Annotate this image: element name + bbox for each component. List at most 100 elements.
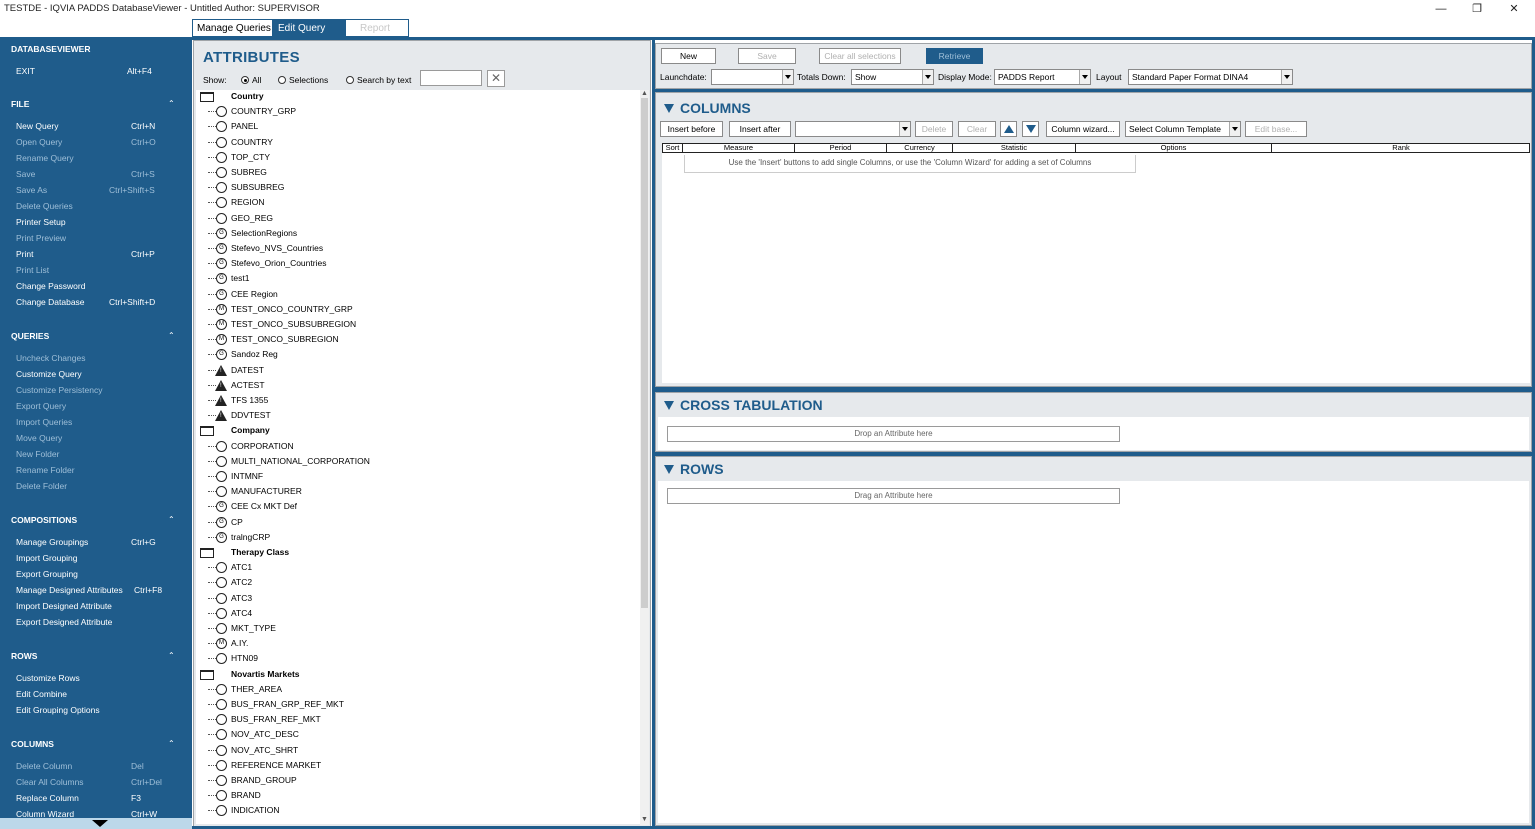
clear-search-button[interactable]: ✕ <box>487 70 505 87</box>
tree-item[interactable]: M TEST_ONCO_COUNTRY_GRP <box>198 303 618 317</box>
tree-item[interactable]: BUS_FRAN_REF_MKT <box>198 714 618 727</box>
tree-item[interactable]: SUBSUBREG <box>198 182 618 195</box>
tree-item[interactable]: REGION <box>198 197 618 210</box>
tree-item[interactable]: INTMNF <box>198 471 618 484</box>
tree-item[interactable]: M A.IY. <box>198 638 618 651</box>
tree-item[interactable]: ACTEST <box>198 379 618 393</box>
tree-item[interactable]: G Sandoz Reg <box>198 349 618 362</box>
collapse-chevron-icon[interactable]: ⌃ <box>168 99 175 108</box>
sidebar-item-delete-queries[interactable]: Delete Queries <box>16 201 73 211</box>
sidebar-item-customize-persistency[interactable]: Customize Persistency <box>16 385 102 395</box>
radio-selections[interactable]: Selections <box>278 75 328 85</box>
tab-edit-query[interactable]: Edit Query <box>273 19 345 37</box>
tree-item[interactable]: INDICATION <box>198 805 618 818</box>
sidebar-item-move-query[interactable]: Move Query <box>16 433 62 443</box>
rows-drop-zone[interactable]: Drag an Attribute here <box>667 488 1120 504</box>
sidebar-item-new-query[interactable]: New Query <box>16 121 59 131</box>
sidebar-item-edit-grouping-options[interactable]: Edit Grouping Options <box>16 705 100 715</box>
scroll-thumb[interactable] <box>641 98 648 608</box>
sidebar-item-save-as[interactable]: Save As <box>16 185 47 195</box>
tree-item[interactable]: THER_AREA <box>198 683 618 697</box>
sidebar-item-open-query[interactable]: Open Query <box>16 137 62 147</box>
tree-item[interactable]: DDVTEST <box>198 410 618 423</box>
header-period[interactable]: Period <box>795 143 887 153</box>
edit-base-button[interactable]: Edit base... <box>1245 121 1307 137</box>
tree-item[interactable]: ATC1 <box>198 562 618 575</box>
clear-all-selections-button[interactable]: Clear all selections <box>819 48 901 64</box>
sidebar-item-change-password[interactable]: Change Password <box>16 281 85 291</box>
tree-item[interactable]: BRAND <box>198 790 618 803</box>
tree-item[interactable]: M TEST_ONCO_SUBREGION <box>198 334 618 347</box>
attribute-tree[interactable]: Country COUNTRY_GRP PANEL COUNTRY TOP_CTY SUB… <box>196 90 641 824</box>
sidebar-item-delete-column[interactable]: Delete Column <box>16 761 72 771</box>
radio-all[interactable]: All <box>241 75 261 85</box>
display-mode-select[interactable]: PADDS Report <box>994 69 1091 85</box>
tree-item[interactable]: TFS 1355 <box>198 395 618 408</box>
sidebar-item-export-grouping[interactable]: Export Grouping <box>16 569 78 579</box>
tree-item[interactable]: G Stefevo_Orion_Countries <box>198 258 618 271</box>
columns-title[interactable]: COLUMNS <box>664 100 751 116</box>
columns-table[interactable]: Sort Measure Period Currency Statistic O… <box>662 143 1530 383</box>
tree-folder[interactable]: Novartis Markets <box>198 669 618 682</box>
tree-item[interactable]: G Stefevo_NVS_Countries <box>198 243 618 256</box>
sidebar-item-manage-designed-attributes[interactable]: Manage Designed Attributes <box>16 585 123 595</box>
tree-item[interactable]: PANEL <box>198 121 618 134</box>
sidebar-item-change-database[interactable]: Change Database <box>16 297 85 307</box>
clear-columns-button[interactable]: Clear <box>958 121 996 137</box>
tree-item[interactable]: REFERENCE MARKET <box>198 759 618 773</box>
minimize-button[interactable]: — <box>1426 1 1456 17</box>
sidebar-section-file[interactable]: FILE <box>11 99 29 109</box>
cross-tabulation-title[interactable]: CROSS TABULATION <box>664 397 823 413</box>
tree-folder[interactable]: Country <box>198 91 618 104</box>
sidebar-section-compositions[interactable]: COMPOSITIONS <box>11 515 77 525</box>
sidebar-item-new-folder[interactable]: New Folder <box>16 449 59 459</box>
tree-item[interactable]: G CEE Region <box>198 288 618 302</box>
tree-item[interactable]: GtralngCRP <box>198 531 618 545</box>
insert-after-button[interactable]: Insert after <box>729 121 791 137</box>
sidebar-item-rename-folder[interactable]: Rename Folder <box>16 465 75 475</box>
collapse-chevron-icon[interactable]: ⌃ <box>168 651 175 660</box>
sidebar-item-rename-query[interactable]: Rename Query <box>16 153 74 163</box>
tree-item[interactable]: MKT_TYPE <box>198 623 618 636</box>
tree-item[interactable]: ATC4 <box>198 607 618 621</box>
column-wizard-button[interactable]: Column wizard... <box>1046 121 1120 137</box>
restore-button[interactable]: ❐ <box>1462 1 1492 17</box>
tree-item[interactable]: Gtest1 <box>198 273 618 286</box>
radio-search[interactable]: Search by text <box>346 75 411 85</box>
sidebar-item-print-list[interactable]: Print List <box>16 265 49 275</box>
sidebar-item-print[interactable]: Print <box>16 249 33 259</box>
sidebar-item-edit-combine[interactable]: Edit Combine <box>16 689 67 699</box>
move-down-icon[interactable] <box>1022 121 1039 137</box>
header-measure[interactable]: Measure <box>683 143 795 153</box>
launchdate-select[interactable] <box>711 69 794 85</box>
collapse-chevron-icon[interactable]: ⌃ <box>168 739 175 748</box>
scroll-up-icon[interactable]: ▲ <box>641 90 648 97</box>
tree-item[interactable]: DATEST <box>198 364 618 378</box>
layout-select[interactable]: Standard Paper Format DINA4 <box>1128 69 1293 85</box>
sidebar-item-import-grouping[interactable]: Import Grouping <box>16 553 77 563</box>
tree-item[interactable]: ATC3 <box>198 592 618 606</box>
sidebar-item-exit[interactable]: EXIT <box>16 66 35 76</box>
rows-title[interactable]: ROWS <box>664 461 724 477</box>
column-template-select[interactable]: Select Column Template <box>1125 121 1241 137</box>
scroll-down-icon[interactable]: ▼ <box>641 816 648 823</box>
sidebar-item-uncheck-changes[interactable]: Uncheck Changes <box>16 353 85 363</box>
tree-item[interactable]: SUBREG <box>198 167 618 180</box>
tree-item[interactable]: MULTI_NATIONAL_CORPORATION <box>198 455 618 469</box>
tree-item[interactable]: GEO_REG <box>198 212 618 226</box>
tree-item[interactable]: MANUFACTURER <box>198 486 618 499</box>
sidebar-item-save[interactable]: Save <box>16 169 35 179</box>
save-button[interactable]: Save <box>738 48 796 64</box>
sidebar-item-import-queries[interactable]: Import Queries <box>16 417 72 427</box>
sidebar-section-columns[interactable]: COLUMNS <box>11 739 54 749</box>
tree-item[interactable]: G CEE Cx MKT Def <box>198 501 618 514</box>
tree-item[interactable]: TOP_CTY <box>198 151 618 165</box>
tree-item[interactable]: BRAND_GROUP <box>198 775 618 788</box>
tree-scrollbar[interactable]: ▲ ▼ <box>640 90 649 825</box>
header-currency[interactable]: Currency <box>887 143 953 153</box>
sidebar-item-print-preview[interactable]: Print Preview <box>16 233 66 243</box>
header-sort[interactable]: Sort <box>663 143 683 153</box>
tab-manage-queries[interactable]: Manage Queries <box>192 19 273 37</box>
header-options[interactable]: Options <box>1076 143 1272 153</box>
tree-item[interactable]: NOV_ATC_SHRT <box>198 744 618 758</box>
